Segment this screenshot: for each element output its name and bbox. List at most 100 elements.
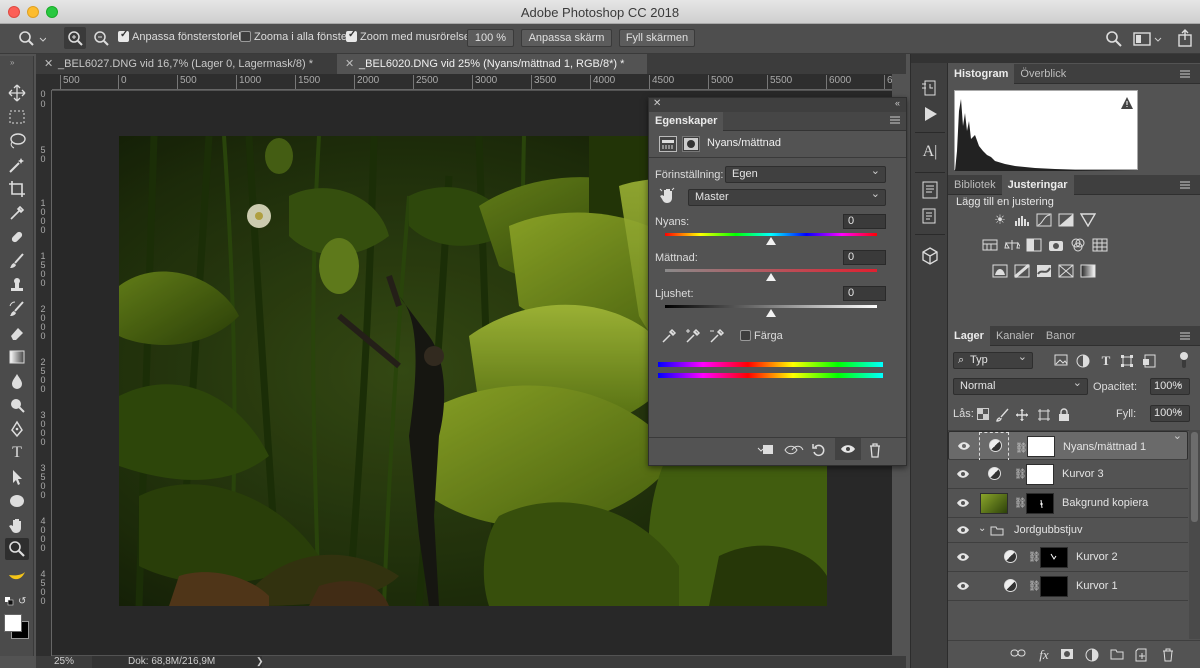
dodge-tool-icon[interactable] <box>5 394 29 416</box>
eye-icon[interactable] <box>956 468 970 480</box>
panel-menu-icon[interactable] <box>1174 332 1196 352</box>
close-tab-icon[interactable]: ✕ <box>44 54 53 74</box>
mask-icon[interactable] <box>682 136 700 152</box>
levels-icon[interactable] <box>1014 213 1030 227</box>
document-size[interactable]: Dok: 68,8M/216,9M <box>92 656 262 668</box>
tab-adjustments[interactable]: Justeringar <box>1001 175 1074 195</box>
close-tab-icon[interactable]: ✕ <box>345 54 354 74</box>
filter-adjustment-icon[interactable] <box>1076 354 1092 368</box>
layer-filter-select[interactable]: ⌕ Typ <box>953 350 1033 369</box>
delete-layer-icon[interactable] <box>1161 648 1177 662</box>
panel-menu-icon[interactable] <box>890 116 900 135</box>
link-icon[interactable]: ⛓ <box>1028 581 1041 592</box>
filter-toggle-switch[interactable] <box>1179 351 1189 369</box>
pen-tool-icon[interactable] <box>5 418 29 440</box>
saturation-input[interactable]: 0 <box>843 250 886 265</box>
scrubby-zoom-checkbox[interactable]: Zoom med musrörelse <box>346 29 470 43</box>
tab-navigator[interactable]: Överblick <box>1014 64 1072 84</box>
channel-select[interactable]: Master <box>688 187 886 206</box>
warning-icon[interactable] <box>1120 96 1134 110</box>
lightness-slider-track[interactable] <box>665 305 877 308</box>
histogram-graph[interactable] <box>954 90 1139 171</box>
eye-icon[interactable] <box>957 440 971 452</box>
vibrance-icon[interactable] <box>1080 213 1096 227</box>
saturation-slider-thumb[interactable] <box>766 273 776 281</box>
filter-pixel-icon[interactable] <box>1054 354 1070 368</box>
tab-layers[interactable]: Lager <box>948 326 990 346</box>
lock-all-icon[interactable] <box>1058 408 1074 422</box>
eye-icon[interactable] <box>956 524 970 536</box>
add-mask-icon[interactable] <box>1060 648 1076 662</box>
hand-tool-icon[interactable] <box>5 514 29 536</box>
eyedropper-tool-icon[interactable] <box>5 202 29 224</box>
vertical-ruler[interactable]: 0 0 5 0 1 0 0 0 1 5 0 0 2 0 0 0 2 5 0 0 … <box>36 90 52 656</box>
fx-icon[interactable]: fx <box>1036 648 1052 662</box>
layer-row[interactable]: ⛓ Kurvor 1 <box>948 572 1188 601</box>
fill-screen-button[interactable]: Fyll skärmen <box>619 29 695 47</box>
fit-screen-button[interactable]: Anpassa skärm <box>521 29 612 47</box>
lock-transparency-icon[interactable] <box>977 408 993 422</box>
move-tool-icon[interactable] <box>5 82 29 104</box>
lightness-input[interactable]: 0 <box>843 286 886 301</box>
color-lookup-icon[interactable] <box>1092 238 1108 252</box>
new-adjustment-layer-icon[interactable] <box>1085 648 1101 662</box>
zoom-tool-icon[interactable] <box>5 538 29 560</box>
hue-input[interactable]: 0 <box>843 214 886 229</box>
layer-mask-thumbnail[interactable] <box>1040 547 1068 568</box>
eyedropper-minus-icon[interactable] <box>709 328 725 344</box>
brush-tool-icon[interactable] <box>5 250 29 272</box>
3d-panel-icon[interactable] <box>920 246 940 266</box>
status-menu-arrow-icon[interactable]: ❯ <box>256 656 264 667</box>
collapse-panel-icon[interactable]: « <box>895 98 900 108</box>
brightness-contrast-icon[interactable]: ☀ <box>992 213 1008 227</box>
blur-tool-icon[interactable] <box>5 370 29 392</box>
gradient-tool-icon[interactable] <box>5 346 29 368</box>
crop-tool-icon[interactable] <box>5 178 29 200</box>
curves-icon[interactable] <box>1036 213 1052 227</box>
threshold-icon[interactable] <box>1036 264 1052 278</box>
layers-scrollbar[interactable] <box>1189 430 1200 639</box>
filter-smart-object-icon[interactable] <box>1142 354 1158 368</box>
hue-slider-track[interactable] <box>665 233 877 236</box>
ellipse-tool-icon[interactable] <box>5 490 29 512</box>
banana-icon[interactable] <box>5 564 29 586</box>
ruler-origin[interactable] <box>36 74 52 90</box>
hue-saturation-icon[interactable] <box>982 238 998 252</box>
opacity-input[interactable]: 100% <box>1150 376 1190 395</box>
layer-row[interactable]: ⛓ Kurvor 2 <box>948 543 1188 572</box>
new-layer-icon[interactable] <box>1135 648 1151 662</box>
search-icon[interactable] <box>1105 30 1123 48</box>
tab-paths[interactable]: Banor <box>1040 326 1081 346</box>
share-icon[interactable] <box>1176 28 1194 48</box>
paragraph-panel-icon[interactable] <box>920 180 940 200</box>
fill-input[interactable]: 100% <box>1150 403 1190 422</box>
tab-channels[interactable]: Kanaler <box>990 326 1040 346</box>
history-panel-icon[interactable] <box>920 78 940 98</box>
filter-type-icon[interactable]: T <box>1098 354 1114 368</box>
eyedropper-icon[interactable] <box>661 328 677 344</box>
zoom-level[interactable]: 25% <box>54 656 74 667</box>
actions-panel-icon[interactable] <box>920 104 940 124</box>
link-layers-icon[interactable] <box>1010 648 1026 662</box>
quick-selection-tool-icon[interactable] <box>5 154 29 176</box>
eye-icon[interactable] <box>956 580 970 592</box>
link-icon[interactable]: ⛓ <box>1014 469 1027 480</box>
targeted-adjustment-hand-icon[interactable] <box>659 186 677 204</box>
path-selection-tool-icon[interactable] <box>5 466 29 488</box>
channel-mixer-icon[interactable] <box>1070 238 1086 252</box>
notes-panel-icon[interactable] <box>920 206 940 226</box>
eyedropper-plus-icon[interactable] <box>685 328 701 344</box>
adjustment-icon[interactable] <box>659 136 677 152</box>
visibility-toggle-icon[interactable] <box>835 438 861 460</box>
layer-mask-thumbnail[interactable] <box>1026 493 1054 514</box>
lock-position-icon[interactable] <box>1015 408 1031 422</box>
collapse-toolbar-icon[interactable]: » <box>10 58 14 67</box>
layer-mask-thumbnail[interactable] <box>1026 464 1054 485</box>
selective-color-icon[interactable] <box>1058 264 1074 278</box>
posterize-icon[interactable] <box>1014 264 1030 278</box>
layer-thumbnail[interactable] <box>980 493 1008 514</box>
layer-mask-thumbnail[interactable] <box>1040 576 1068 597</box>
colorize-checkbox[interactable]: Färga <box>740 330 783 342</box>
eye-icon[interactable] <box>956 497 970 509</box>
gradient-map-icon[interactable] <box>1080 264 1096 278</box>
